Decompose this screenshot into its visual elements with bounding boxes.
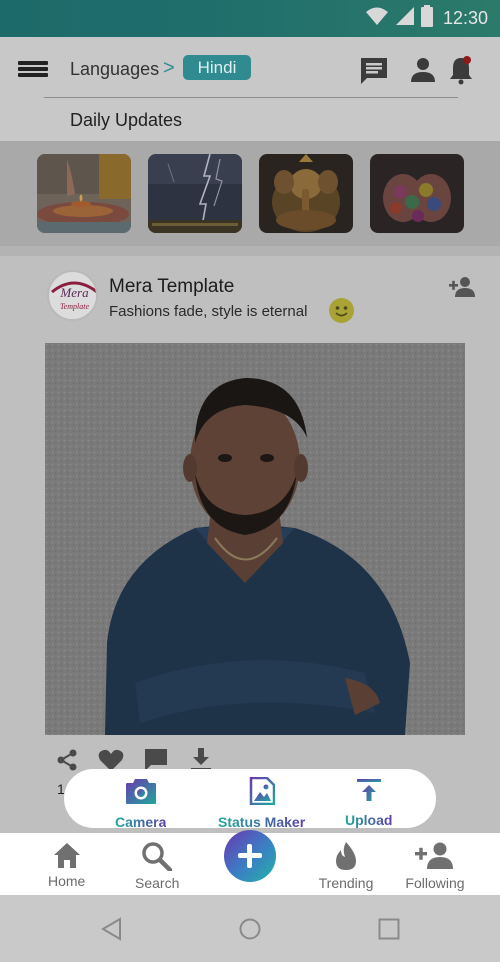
upload-button[interactable]: Upload [345, 777, 392, 828]
home-circle-icon[interactable] [239, 918, 261, 945]
nav-search[interactable]: Search [135, 841, 179, 891]
status-maker-icon [249, 776, 275, 806]
add-person-icon [415, 842, 453, 869]
avatar-logo-subtext: Template [60, 302, 89, 311]
clock: 12:30 [442, 8, 488, 28]
nav-following[interactable]: Following [403, 841, 467, 891]
camera-label: Camera [115, 814, 167, 830]
smiley-emoji-icon [329, 298, 354, 323]
wifi-icon [365, 6, 389, 31]
account-name[interactable]: Mera Template [109, 276, 234, 298]
flame-icon [336, 842, 356, 870]
signal-icon [395, 6, 415, 31]
avatar-logo-text: Mera [59, 285, 89, 300]
breadcrumb-separator: > [163, 57, 175, 79]
status-maker-label: Status Maker [218, 814, 306, 830]
nav-trending[interactable]: Trending [318, 841, 374, 891]
nav-search-label: Search [135, 875, 180, 891]
diya-thumbnail[interactable] [37, 154, 131, 233]
status-bar: 12:30 [0, 0, 500, 37]
holi-colors-thumbnail[interactable] [370, 154, 464, 233]
follow-user-icon[interactable] [448, 276, 476, 303]
create-fab-button[interactable] [224, 830, 276, 882]
breadcrumb-languages[interactable]: Languages [70, 59, 159, 80]
section-title[interactable]: Daily Updates [70, 110, 182, 131]
post-image[interactable] [45, 343, 465, 735]
profile-icon[interactable] [409, 55, 437, 88]
header-divider [44, 97, 458, 98]
menu-icon[interactable] [18, 61, 48, 77]
back-icon[interactable] [100, 917, 122, 946]
camera-button[interactable]: Camera [115, 777, 166, 830]
ganesha-thumbnail[interactable] [259, 154, 353, 233]
camera-icon [125, 779, 156, 804]
search-icon [142, 842, 173, 873]
nav-following-label: Following [405, 875, 465, 891]
nav-trending-label: Trending [318, 875, 374, 891]
system-navigation-bar [0, 895, 500, 962]
chat-icon[interactable] [358, 55, 390, 92]
home-icon [53, 843, 80, 868]
notification-icon[interactable] [448, 55, 474, 90]
card-gap [0, 246, 500, 256]
language-chip-hindi[interactable]: Hindi [183, 55, 251, 80]
nav-home[interactable]: Home [48, 841, 85, 889]
share-icon[interactable] [55, 748, 79, 777]
account-avatar[interactable]: Mera Template [47, 270, 98, 321]
recents-icon[interactable] [378, 918, 400, 945]
create-popup: Camera Status Maker Upload [64, 769, 436, 830]
battery-icon [420, 5, 433, 32]
app-header: Languages > Hindi Daily Updates [0, 37, 500, 141]
upload-icon [356, 779, 381, 801]
nav-home-label: Home [48, 873, 86, 889]
post-caption: Fashions fade, style is eternal [109, 303, 308, 320]
upload-label: Upload [345, 812, 393, 828]
plus-icon-vertical [247, 844, 252, 868]
lightning-thumbnail[interactable] [148, 154, 242, 233]
status-maker-button[interactable]: Status Maker [218, 776, 306, 830]
daily-updates-strip [0, 141, 500, 246]
